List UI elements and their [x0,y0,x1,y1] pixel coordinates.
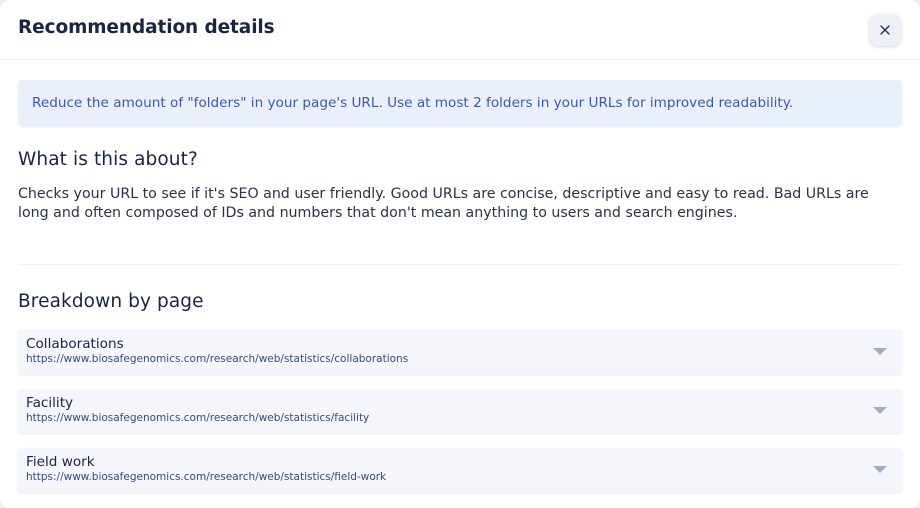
page-row-facility[interactable]: Facility https://www.biosafegenomics.com… [18,389,902,433]
modal-title: Recommendation details [18,17,275,38]
about-description: Checks your URL to see if it's SEO and u… [18,186,869,221]
caret-down-icon[interactable] [873,466,887,473]
page-name: Field work [26,454,95,470]
page-url: https://www.biosafegenomics.com/research… [26,353,409,365]
close-button[interactable] [869,14,901,46]
breakdown-section-title: Breakdown by page [18,291,204,312]
page-url: https://www.biosafegenomics.com/research… [26,471,387,483]
caret-down-icon[interactable] [873,407,887,414]
recommendation-banner: Reduce the amount of "folders" in your p… [18,80,902,126]
page-row-field-work[interactable]: Field work https://www.biosafegenomics.c… [18,448,902,492]
recommendation-modal: Recommendation details Reduce the amount… [0,0,920,508]
section-divider [18,264,902,265]
banner-text: Reduce the amount of "folders" in your p… [32,95,794,111]
close-icon [880,25,890,35]
page-url: https://www.biosafegenomics.com/research… [26,412,370,424]
about-section-title: What is this about? [18,149,198,170]
page-name: Collaborations [26,336,124,352]
page-row-collaborations[interactable]: Collaborations https://www.biosafegenomi… [18,330,902,374]
caret-down-icon[interactable] [873,348,887,355]
page-name: Facility [26,395,74,411]
modal-header: Recommendation details [0,0,920,60]
